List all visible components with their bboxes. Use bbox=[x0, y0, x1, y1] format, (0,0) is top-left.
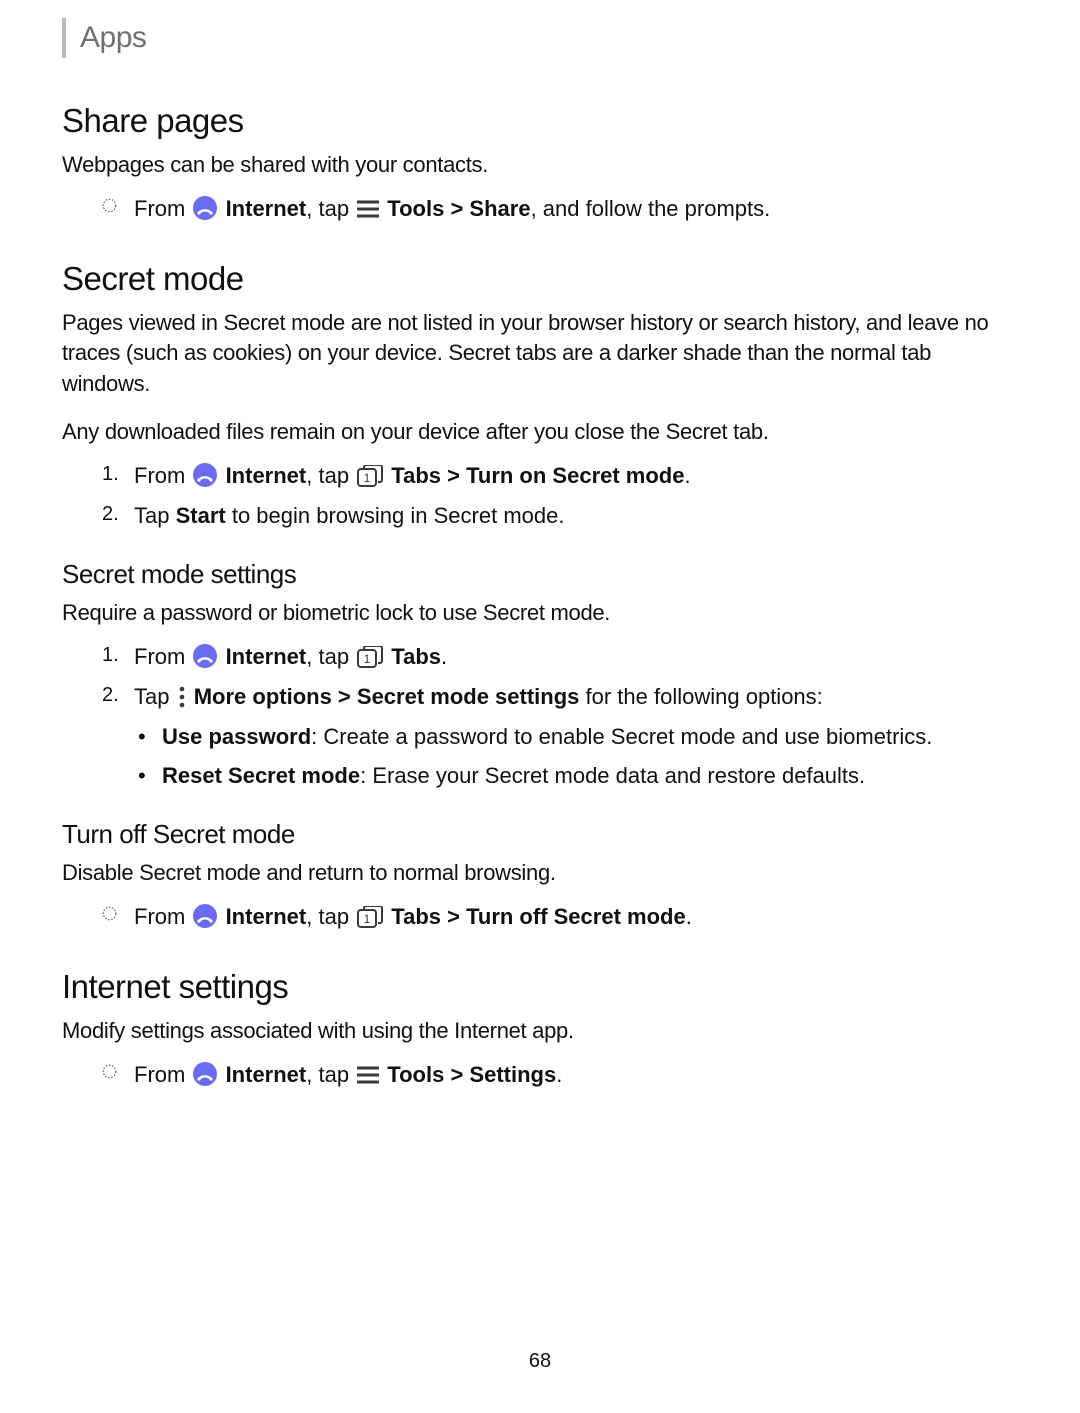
step-text-from: From bbox=[134, 196, 191, 221]
section-title: Share pages bbox=[62, 102, 1018, 140]
list-item: Use password: Create a password to enabl… bbox=[62, 722, 1018, 752]
dotted-circle-bullet-icon bbox=[102, 198, 117, 213]
step-number: 1. bbox=[102, 642, 119, 669]
step-text-tap: , tap bbox=[306, 904, 355, 929]
internet-icon bbox=[193, 1062, 217, 1086]
secret-settings-steps: 1. From Internet, tap Tabs. 2. Tap More … bbox=[62, 642, 1018, 711]
step-text-tap: , tap bbox=[306, 644, 355, 669]
step-text-more: More options bbox=[188, 684, 332, 709]
section-desc: Webpages can be shared with your contact… bbox=[62, 150, 1018, 180]
subsection-title: Secret mode settings bbox=[62, 559, 1018, 590]
section-desc-2: Any downloaded files remain on your devi… bbox=[62, 417, 1018, 447]
tabs-icon bbox=[357, 646, 383, 668]
step-number: 2. bbox=[102, 501, 119, 528]
section-desc-1: Pages viewed in Secret mode are not list… bbox=[62, 308, 1018, 399]
tabs-icon bbox=[357, 906, 383, 928]
list-item: 2. Tap More options > Secret mode settin… bbox=[62, 682, 1018, 712]
step-text-tabs: Tabs bbox=[385, 463, 441, 488]
secret-mode-steps: 1. From Internet, tap Tabs > Turn on Sec… bbox=[62, 461, 1018, 530]
step-text-tap: , tap bbox=[306, 196, 355, 221]
step-sep: > bbox=[332, 684, 357, 709]
step-text-internet: Internet bbox=[219, 463, 306, 488]
option-label: Reset Secret mode bbox=[162, 763, 360, 788]
step-text-start: Start bbox=[176, 503, 226, 528]
turnoff-step: From Internet, tap Tabs > Turn off Secre… bbox=[62, 902, 1018, 932]
step-text-tap: Tap bbox=[134, 684, 176, 709]
step-text-share: Share bbox=[469, 196, 530, 221]
tabs-icon bbox=[357, 465, 383, 487]
step-end: . bbox=[686, 904, 692, 929]
step-text-action: Settings bbox=[469, 1062, 556, 1087]
step-number: 1. bbox=[102, 461, 119, 488]
section-internet-settings: Internet settings Modify settings associ… bbox=[62, 968, 1018, 1090]
subsection-desc: Require a password or biometric lock to … bbox=[62, 598, 1018, 628]
step-text-internet: Internet bbox=[219, 644, 306, 669]
step-number: 2. bbox=[102, 682, 119, 709]
tools-menu-icon bbox=[357, 200, 379, 218]
subsection-title: Turn off Secret mode bbox=[62, 819, 1018, 850]
step-text-tap: , tap bbox=[306, 463, 355, 488]
internet-icon bbox=[193, 196, 217, 220]
step-sep: > bbox=[441, 904, 466, 929]
option-rest: : Create a password to enable Secret mod… bbox=[311, 724, 932, 749]
step-text-from: From bbox=[134, 644, 191, 669]
step-text-rest: to begin browsing in Secret mode. bbox=[226, 503, 565, 528]
tools-menu-icon bbox=[357, 1066, 379, 1084]
step-text-sms: Secret mode settings bbox=[357, 684, 580, 709]
dotted-circle-bullet-icon bbox=[102, 906, 117, 921]
step-text-internet: Internet bbox=[219, 1062, 306, 1087]
step-text-internet: Internet bbox=[219, 196, 306, 221]
step-end: . bbox=[556, 1062, 562, 1087]
step-text-action: Turn off Secret mode bbox=[466, 904, 686, 929]
internet-icon bbox=[193, 644, 217, 668]
secret-settings-options: Use password: Create a password to enabl… bbox=[62, 722, 1018, 791]
header-accent-mark bbox=[62, 18, 66, 58]
section-secret-mode: Secret mode Pages viewed in Secret mode … bbox=[62, 260, 1018, 932]
step-text-action: Turn on Secret mode bbox=[466, 463, 684, 488]
step-text-from: From bbox=[134, 463, 191, 488]
dotted-circle-bullet-icon bbox=[102, 1064, 117, 1079]
step-sep: > bbox=[444, 196, 469, 221]
share-step: From Internet, tap Tools > Share, and fo… bbox=[62, 194, 1018, 224]
internet-icon bbox=[193, 463, 217, 487]
step-sep: > bbox=[444, 1062, 469, 1087]
list-item: Reset Secret mode: Erase your Secret mod… bbox=[62, 761, 1018, 791]
step-text-tabs: Tabs bbox=[385, 904, 441, 929]
list-item: 1. From Internet, tap Tabs. bbox=[62, 642, 1018, 672]
step-text-tools: Tools bbox=[381, 1062, 444, 1087]
step-text-rest: for the following options: bbox=[579, 684, 822, 709]
list-item: 1. From Internet, tap Tabs > Turn on Sec… bbox=[62, 461, 1018, 491]
page-header: Apps bbox=[62, 18, 1018, 58]
list-item: 2. Tap Start to begin browsing in Secret… bbox=[62, 501, 1018, 531]
more-options-icon bbox=[178, 686, 186, 708]
option-rest: : Erase your Secret mode data and restor… bbox=[360, 763, 865, 788]
step-sep: > bbox=[441, 463, 466, 488]
step-end: . bbox=[441, 644, 447, 669]
internet-icon bbox=[193, 904, 217, 928]
step-text-tabs: Tabs bbox=[385, 644, 441, 669]
step-text-tap: , tap bbox=[306, 1062, 355, 1087]
step-text-from: From bbox=[134, 904, 191, 929]
option-label: Use password bbox=[162, 724, 311, 749]
section-share-pages: Share pages Webpages can be shared with … bbox=[62, 102, 1018, 224]
step-text-tap: Tap bbox=[134, 503, 176, 528]
section-title: Secret mode bbox=[62, 260, 1018, 298]
internet-settings-step: From Internet, tap Tools > Settings. bbox=[62, 1060, 1018, 1090]
step-text-from: From bbox=[134, 1062, 191, 1087]
step-text-suffix: , and follow the prompts. bbox=[531, 196, 771, 221]
document-page: Apps Share pages Webpages can be shared … bbox=[0, 0, 1080, 1413]
step-end: . bbox=[684, 463, 690, 488]
step-text-tools: Tools bbox=[381, 196, 444, 221]
subsection-desc: Disable Secret mode and return to normal… bbox=[62, 858, 1018, 888]
step-text-internet: Internet bbox=[219, 904, 306, 929]
header-label: Apps bbox=[80, 21, 146, 55]
page-number: 68 bbox=[62, 1350, 1018, 1373]
section-desc: Modify settings associated with using th… bbox=[62, 1016, 1018, 1046]
section-title: Internet settings bbox=[62, 968, 1018, 1006]
